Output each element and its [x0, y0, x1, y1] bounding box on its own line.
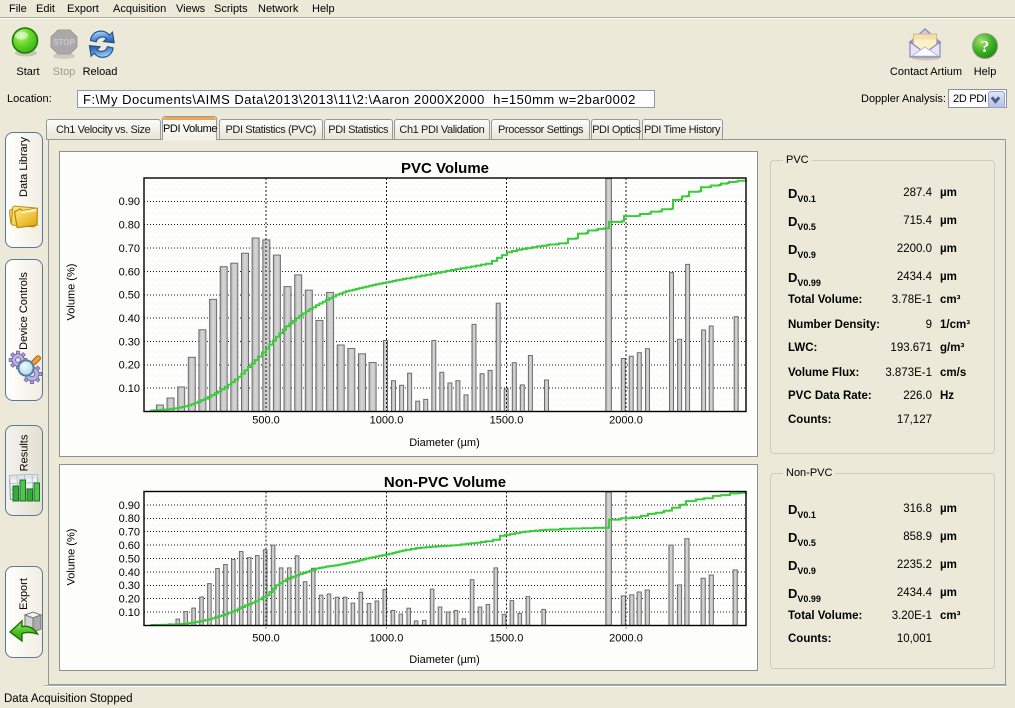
svg-text:0.60: 0.60 — [119, 540, 140, 552]
svg-text:Diameter (µm): Diameter (µm) — [409, 654, 480, 666]
svg-text:Non-PVC Volume: Non-PVC Volume — [384, 474, 506, 491]
svg-text:0.60: 0.60 — [119, 266, 140, 278]
svg-text:PVC Volume: PVC Volume — [401, 160, 489, 177]
svg-text:1000.0: 1000.0 — [370, 633, 404, 645]
svg-text:0.90: 0.90 — [119, 196, 140, 208]
svg-text:0.30: 0.30 — [119, 580, 140, 592]
svg-text:0.50: 0.50 — [119, 290, 140, 302]
svg-text:1500.0: 1500.0 — [490, 633, 524, 645]
svg-text:0.70: 0.70 — [119, 527, 140, 539]
svg-text:0.30: 0.30 — [119, 336, 140, 348]
svg-text:1500.0: 1500.0 — [490, 415, 524, 427]
svg-text:0.20: 0.20 — [119, 594, 140, 606]
svg-text:Volume (%): Volume (%) — [66, 264, 78, 321]
svg-text:0.20: 0.20 — [119, 360, 140, 372]
svg-text:0.10: 0.10 — [119, 607, 140, 619]
svg-text:0.90: 0.90 — [119, 500, 140, 512]
svg-text:0.10: 0.10 — [119, 383, 140, 395]
svg-text:0.70: 0.70 — [119, 243, 140, 255]
svg-text:500.0: 500.0 — [252, 415, 280, 427]
svg-text:0.80: 0.80 — [119, 513, 140, 525]
svg-text:0.80: 0.80 — [119, 220, 140, 232]
svg-text:1000.0: 1000.0 — [370, 415, 404, 427]
svg-text:Volume (%): Volume (%) — [66, 529, 78, 586]
svg-text:2000.0: 2000.0 — [609, 633, 643, 645]
svg-text:0.50: 0.50 — [119, 553, 140, 565]
svg-text:2000.0: 2000.0 — [609, 415, 643, 427]
svg-text:0.40: 0.40 — [119, 567, 140, 579]
svg-text:Diameter (µm): Diameter (µm) — [409, 437, 480, 449]
svg-text:500.0: 500.0 — [252, 633, 280, 645]
svg-text:0.40: 0.40 — [119, 313, 140, 325]
